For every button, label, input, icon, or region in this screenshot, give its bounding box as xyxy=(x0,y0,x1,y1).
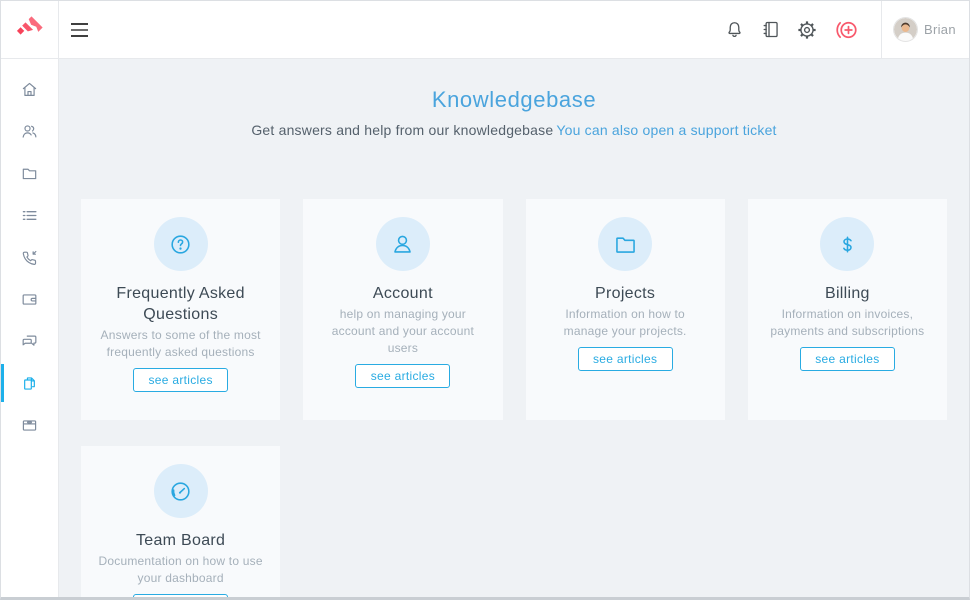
sidebar-item-projects[interactable] xyxy=(1,152,58,194)
chat-bubbles-icon xyxy=(20,332,39,351)
sidebar-item-home[interactable] xyxy=(1,68,58,110)
folder-icon xyxy=(598,217,652,271)
home-icon xyxy=(20,80,39,99)
sidebar-item-archive[interactable] xyxy=(1,404,58,446)
subtitle-text: Get answers and help from our knowledgeb… xyxy=(251,122,553,138)
card-title: Account xyxy=(319,283,486,304)
avatar xyxy=(894,18,917,41)
user-menu[interactable]: Brian xyxy=(881,1,969,58)
list-icon xyxy=(20,206,39,225)
bell-icon[interactable] xyxy=(724,19,745,40)
sidebar-item-users[interactable] xyxy=(1,110,58,152)
page-title: Knowledgebase xyxy=(59,87,969,113)
see-articles-button[interactable]: see articles xyxy=(133,368,228,392)
users-icon xyxy=(20,122,39,141)
gear-icon[interactable] xyxy=(796,19,818,41)
top-bar-actions xyxy=(724,1,881,58)
page-subtitle: Get answers and help from our knowledgeb… xyxy=(59,122,969,139)
plus-circle-icon[interactable] xyxy=(833,17,859,43)
dollar-icon xyxy=(820,217,874,271)
see-articles-button[interactable]: see articles xyxy=(800,347,895,371)
sidebar-item-payments[interactable] xyxy=(1,278,58,320)
card-description: Information on how to manage your projec… xyxy=(542,306,709,340)
notebook-icon[interactable] xyxy=(760,19,781,40)
card-team-board: Team Board Documentation on how to use y… xyxy=(81,446,280,597)
phone-incoming-icon xyxy=(20,248,39,267)
card-projects: Projects Information on how to manage yo… xyxy=(526,199,725,420)
card-grid: Frequently Asked Questions Answers to so… xyxy=(81,199,947,597)
sidebar xyxy=(1,59,59,597)
brand-logo-icon xyxy=(16,16,43,43)
wallet-icon xyxy=(20,290,39,309)
person-icon xyxy=(376,217,430,271)
card-title: Team Board xyxy=(97,530,264,551)
sidebar-item-tasks[interactable] xyxy=(1,194,58,236)
archive-box-icon xyxy=(20,416,39,435)
user-name: Brian xyxy=(924,22,956,37)
card-description: Documentation on how to use your dashboa… xyxy=(97,553,264,587)
sidebar-item-messages[interactable] xyxy=(1,320,58,362)
card-billing: Billing Information on invoices, payment… xyxy=(748,199,947,420)
sidebar-item-knowledgebase[interactable] xyxy=(1,362,58,404)
body-row: Knowledgebase Get answers and help from … xyxy=(1,59,969,597)
see-articles-button[interactable]: see articles xyxy=(133,594,228,597)
top-bar-spacer xyxy=(103,1,724,58)
content: Knowledgebase Get answers and help from … xyxy=(59,59,969,597)
card-description: Information on invoices, payments and su… xyxy=(764,306,931,340)
folder-icon xyxy=(20,164,39,183)
card-description: Answers to some of the most frequently a… xyxy=(97,327,264,361)
documents-icon xyxy=(20,374,39,393)
top-bar: Brian xyxy=(1,1,969,59)
gauge-icon xyxy=(154,464,208,518)
support-ticket-link[interactable]: You can also open a support ticket xyxy=(556,122,776,138)
card-account: Account help on managing your account an… xyxy=(303,199,502,420)
card-title: Billing xyxy=(764,283,931,304)
menu-toggle-button[interactable] xyxy=(59,1,103,58)
question-circle-icon xyxy=(154,217,208,271)
card-title: Frequently Asked Questions xyxy=(97,283,264,325)
see-articles-button[interactable]: see articles xyxy=(578,347,673,371)
card-description: help on managing your account and your a… xyxy=(319,306,486,357)
see-articles-button[interactable]: see articles xyxy=(355,364,450,388)
brand-logo[interactable] xyxy=(1,1,59,58)
app-window: Brian xyxy=(0,0,970,600)
card-faq: Frequently Asked Questions Answers to so… xyxy=(81,199,280,420)
sidebar-item-calls[interactable] xyxy=(1,236,58,278)
card-title: Projects xyxy=(542,283,709,304)
